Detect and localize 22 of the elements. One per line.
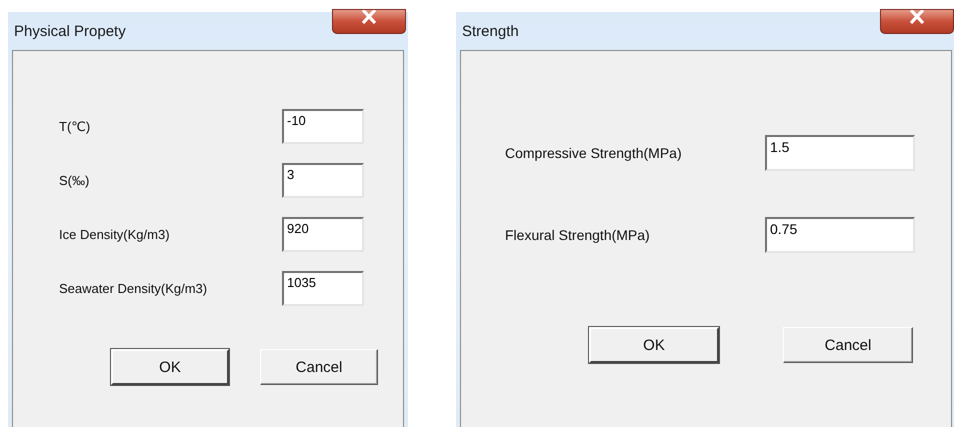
- close-button[interactable]: [880, 9, 954, 34]
- cancel-button[interactable]: Cancel: [260, 349, 378, 385]
- input-field[interactable]: 3: [282, 163, 364, 198]
- close-button[interactable]: [332, 9, 406, 34]
- cancel-button[interactable]: Cancel: [783, 327, 913, 363]
- close-icon: [909, 10, 925, 24]
- field-label: Flexural Strength(MPa): [505, 227, 651, 243]
- field-label: Compressive Strength(MPa): [505, 145, 683, 161]
- window-title: Strength: [462, 22, 519, 40]
- field-label: T(℃): [59, 118, 92, 134]
- input-field[interactable]: 0.75: [765, 217, 915, 253]
- window-title: Physical Propety: [14, 22, 126, 40]
- ok-button[interactable]: OK: [589, 327, 719, 363]
- field-label: Ice Density(Kg/m3): [59, 227, 171, 242]
- field-label: S(‰): [59, 173, 90, 188]
- input-field[interactable]: 920: [282, 217, 364, 252]
- input-field[interactable]: 1.5: [765, 135, 915, 171]
- input-field[interactable]: -10: [282, 109, 364, 144]
- ok-button[interactable]: OK: [111, 349, 229, 385]
- input-field[interactable]: 1035: [282, 271, 364, 306]
- close-icon: [361, 10, 377, 24]
- field-label: Seawater Density(Kg/m3): [59, 281, 208, 296]
